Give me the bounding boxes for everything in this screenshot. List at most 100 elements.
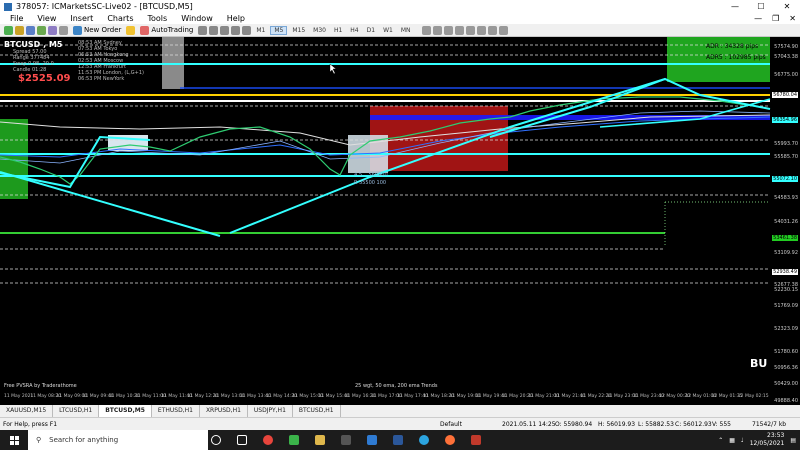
mail-icon[interactable] bbox=[361, 430, 383, 450]
timeframe-h4[interactable]: H4 bbox=[347, 27, 361, 34]
mdi-minimize-button[interactable]: — bbox=[754, 14, 762, 23]
indicator-credit: Free PVSRA by Traderathome bbox=[4, 383, 77, 389]
strategy-tester-icon[interactable] bbox=[59, 25, 68, 35]
timeframe-d1[interactable]: D1 bbox=[364, 27, 378, 34]
new-order-icon bbox=[73, 25, 82, 35]
window-controls: — ☐ ✕ bbox=[722, 0, 800, 13]
add-chart-icon[interactable] bbox=[4, 25, 13, 35]
menu-charts[interactable]: Charts bbox=[101, 14, 139, 23]
price-tick: 54031.26 bbox=[774, 219, 798, 225]
new-order-button[interactable]: New Order bbox=[70, 25, 124, 36]
timeframe-m15[interactable]: M15 bbox=[289, 27, 308, 34]
timeframe-m1[interactable]: M1 bbox=[253, 27, 268, 34]
chart-tab[interactable]: USDJPY,H1 bbox=[248, 405, 293, 417]
arrows-icon[interactable] bbox=[498, 25, 508, 35]
vertical-line-icon[interactable] bbox=[432, 25, 442, 35]
profiles-icon[interactable] bbox=[15, 25, 24, 35]
price-tick: 51780.60 bbox=[774, 349, 798, 355]
mdi-close-button[interactable]: ✕ bbox=[789, 14, 796, 23]
minimize-button[interactable]: — bbox=[722, 0, 748, 13]
horizontal-line-icon[interactable] bbox=[443, 25, 453, 35]
terminal-icon[interactable] bbox=[48, 25, 57, 35]
search-placeholder: Search for anything bbox=[49, 436, 119, 444]
chat-app-icon[interactable] bbox=[283, 430, 305, 450]
price-tick: 56354.96 bbox=[772, 117, 798, 123]
task-switch-button[interactable] bbox=[231, 430, 253, 450]
crosshair-icon[interactable] bbox=[421, 25, 431, 35]
taskbar-apps bbox=[205, 430, 487, 450]
menu-help[interactable]: Help bbox=[221, 14, 251, 23]
metatrader-icon[interactable] bbox=[335, 430, 357, 450]
timeframe-w1[interactable]: W1 bbox=[380, 27, 396, 34]
session-times: 08:53 AM Sydney 07:53 AM Tokyo 06:53 AM … bbox=[78, 40, 144, 82]
fibonacci-icon[interactable] bbox=[476, 25, 486, 35]
chart-tab[interactable]: BTCUSD,M5 bbox=[99, 405, 152, 417]
price-tick: 55585.70 bbox=[774, 154, 798, 160]
price-chart[interactable]: BTCUSD , M5 Spread 57.00 Range 377484 Sw… bbox=[0, 37, 800, 405]
chart-tab[interactable]: LTCUSD,H1 bbox=[53, 405, 100, 417]
word-icon[interactable] bbox=[387, 430, 409, 450]
support-line-green bbox=[0, 232, 665, 234]
folder-icon[interactable] bbox=[309, 430, 331, 450]
level-yellow bbox=[0, 94, 770, 96]
chrome-icon[interactable] bbox=[257, 430, 279, 450]
maximize-button[interactable]: ☐ bbox=[748, 0, 774, 13]
clock-date: 12/05/2021 bbox=[749, 440, 785, 447]
menu-view[interactable]: View bbox=[31, 14, 62, 23]
chart-tab[interactable]: XRPUSD,H1 bbox=[200, 405, 248, 417]
price-tick: 51769.09 bbox=[774, 303, 798, 309]
taskbar-clock[interactable]: 23:53 12/05/2021 bbox=[750, 432, 785, 448]
autotrading-button[interactable]: AutoTrading bbox=[137, 25, 196, 36]
volume-icon[interactable]: ♩ bbox=[741, 437, 744, 444]
timeframe-m30[interactable]: M30 bbox=[310, 27, 329, 34]
adr-1: ADR : 34328 pips bbox=[706, 43, 759, 50]
notifications-icon[interactable]: ▤ bbox=[790, 437, 796, 444]
menu-file[interactable]: File bbox=[4, 14, 29, 23]
telegram-icon[interactable] bbox=[413, 430, 435, 450]
chart-tabs: XAUUSD,M15 LTCUSD,H1 BTCUSD,M5 ETHUSD,H1 XRP… bbox=[0, 405, 800, 417]
bar-chart-icon[interactable] bbox=[198, 25, 208, 35]
taskbar-search[interactable]: ⚲ Search for anything bbox=[28, 430, 208, 450]
autotrading-label: AutoTrading bbox=[151, 26, 194, 34]
trade-info-1: A 5 .. 560900 bbox=[354, 172, 388, 178]
network-icon[interactable]: ▦ bbox=[729, 437, 735, 444]
price-tick: 52230.15 bbox=[774, 287, 798, 293]
price-tick: 56775.00 bbox=[774, 72, 798, 78]
chart-tab[interactable]: ETHUSD,H1 bbox=[152, 405, 200, 417]
chevron-up-icon[interactable]: ⌃ bbox=[718, 437, 723, 444]
menu-insert[interactable]: Insert bbox=[64, 14, 99, 23]
menu-window[interactable]: Window bbox=[175, 14, 219, 23]
firefox-icon[interactable] bbox=[439, 430, 461, 450]
app-icon bbox=[4, 2, 12, 11]
price-axis[interactable]: 57574.90 57043.38 56775.00 56780.04 56354.96… bbox=[768, 37, 800, 405]
trendline-icon[interactable] bbox=[454, 25, 464, 35]
task-view-button[interactable] bbox=[205, 430, 227, 450]
text-icon[interactable] bbox=[487, 25, 497, 35]
media-app-icon[interactable] bbox=[465, 430, 487, 450]
close-button[interactable]: ✕ bbox=[774, 0, 800, 13]
mdi-controls: — ❐ ✕ bbox=[754, 14, 796, 23]
adr-panel: ADR : 34328 pips ADR5 : 102985 pips bbox=[706, 41, 766, 63]
chart-tab[interactable]: BTCUSD,H1 bbox=[293, 405, 341, 417]
market-watch-icon[interactable] bbox=[26, 25, 35, 35]
channel-icon[interactable] bbox=[465, 25, 475, 35]
mdi-restore-button[interactable]: ❐ bbox=[772, 14, 779, 23]
timeframe-h1[interactable]: H1 bbox=[331, 27, 345, 34]
chart-tab[interactable]: XAUUSD,M15 bbox=[0, 405, 54, 417]
start-button[interactable] bbox=[0, 430, 28, 450]
time-axis[interactable]: 11 May 2021 11 May 08:20 11 May 09:00 11 Ma… bbox=[0, 394, 770, 405]
status-open: O: 55980.94 bbox=[555, 421, 593, 428]
bias-label: BU bbox=[750, 357, 768, 370]
navigator-icon[interactable] bbox=[37, 25, 46, 35]
meta-editor-icon[interactable] bbox=[126, 25, 136, 35]
timeframe-m5[interactable]: M5 bbox=[270, 25, 288, 35]
zoom-in-icon[interactable] bbox=[231, 25, 241, 35]
menu-tools[interactable]: Tools bbox=[141, 14, 173, 23]
candlestick-icon[interactable] bbox=[209, 25, 219, 35]
zoom-out-icon[interactable] bbox=[242, 25, 252, 35]
trade-info: A 5 .. 560900 R 55500 100 bbox=[354, 171, 388, 187]
line-chart-icon[interactable] bbox=[220, 25, 230, 35]
price-tick: 57043.38 bbox=[774, 54, 798, 60]
price-tick: 55072.10 bbox=[772, 176, 798, 182]
timeframe-mn[interactable]: MN bbox=[398, 27, 414, 34]
